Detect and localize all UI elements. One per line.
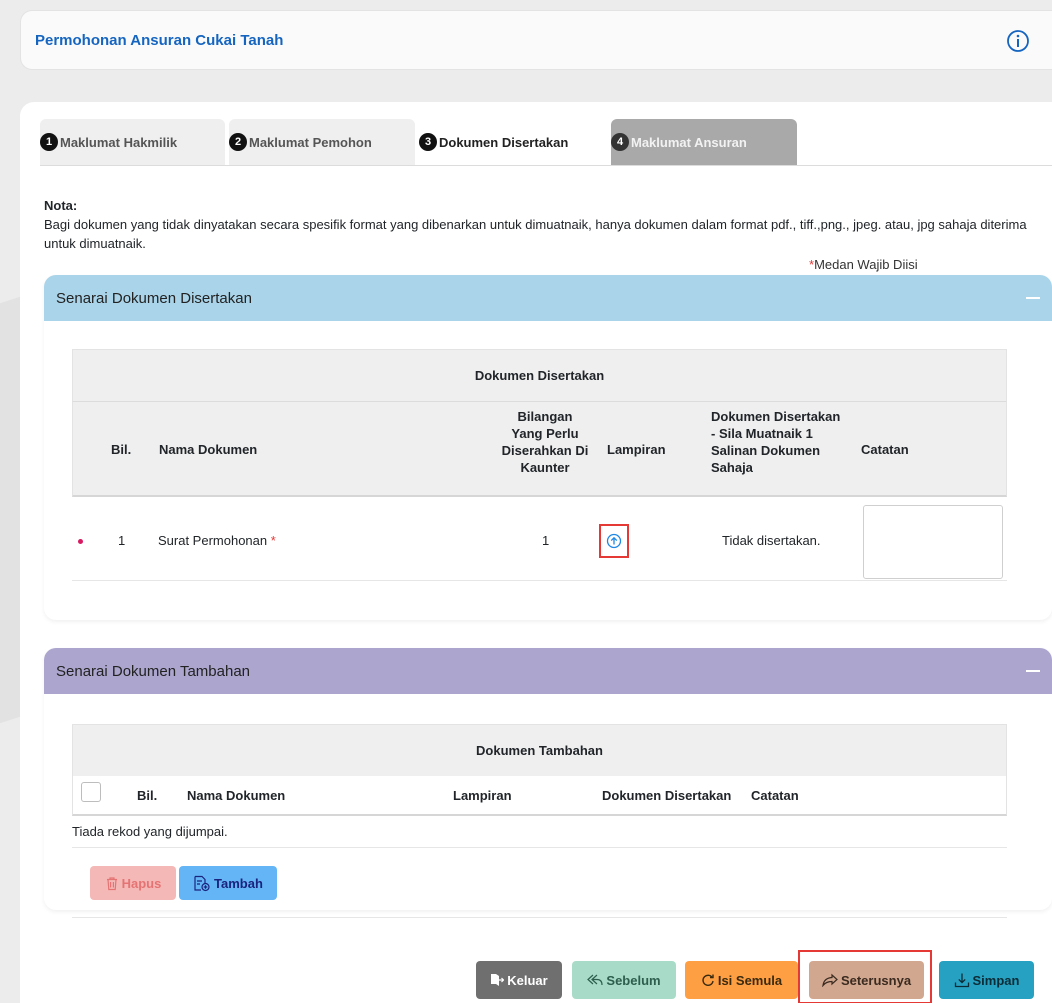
step-tabs: 1 Maklumat Hakmilik 2 Maklumat Pemohon 3… bbox=[40, 119, 801, 165]
col-bilangan-line: Yang Perlu bbox=[511, 426, 579, 441]
col-dokumen-disertakan: Dokumen Disertakan - Sila Muatnaik 1 Sal… bbox=[711, 408, 871, 476]
row-bilangan: 1 bbox=[542, 533, 550, 548]
section-header[interactable]: Senarai Dokumen Disertakan bbox=[44, 275, 1052, 321]
section-dokumen-disertakan: Senarai Dokumen Disertakan Dokumen Diser… bbox=[44, 275, 1052, 620]
reply-all-icon bbox=[587, 974, 604, 986]
tambah-button[interactable]: Tambah bbox=[179, 866, 277, 900]
col-bilangan-line: Kaunter bbox=[520, 460, 570, 475]
required-field-note: *Medan Wajib Diisi bbox=[809, 257, 918, 272]
col-catatan: Catatan bbox=[861, 442, 909, 457]
col-nama-dokumen: Nama Dokumen bbox=[159, 442, 258, 457]
download-icon bbox=[954, 973, 969, 988]
col-bilangan-line: Bilangan bbox=[517, 409, 573, 424]
keluar-label: Keluar bbox=[507, 972, 548, 988]
page-header: Permohonan Ansuran Cukai Tanah bbox=[20, 10, 1052, 70]
nota-block: Nota: Bagi dokumen yang tidak dinyatakan… bbox=[44, 196, 1034, 253]
step-number: 1 bbox=[40, 133, 58, 151]
upload-arrow-icon bbox=[606, 533, 622, 549]
keluar-button[interactable]: Keluar bbox=[476, 961, 562, 999]
main-card: 1 Maklumat Hakmilik 2 Maklumat Pemohon 3… bbox=[20, 102, 1052, 1003]
table-header: Bil. Nama Dokumen Bilangan Yang Perlu Di… bbox=[72, 401, 1007, 497]
empty-message: Tiada rekod yang dijumpai. bbox=[72, 816, 1007, 848]
document-name: Surat Permohonan bbox=[158, 533, 268, 548]
seterusnya-label: Seterusnya bbox=[840, 972, 912, 988]
table-caption: Dokumen Disertakan bbox=[72, 349, 1007, 401]
hapus-label: Hapus bbox=[121, 875, 162, 891]
sebelum-button[interactable]: Sebelum bbox=[572, 961, 676, 999]
col-bilangan: Bilangan Yang Perlu Diserahkan Di Kaunte… bbox=[493, 408, 597, 476]
step-number: 3 bbox=[419, 133, 437, 151]
col-disertakan-line: Dokumen Disertakan bbox=[711, 409, 841, 424]
collapse-icon[interactable] bbox=[1026, 297, 1040, 299]
documents-table: Dokumen Disertakan Bil. Nama Dokumen Bil… bbox=[72, 349, 1007, 581]
step-number: 2 bbox=[229, 133, 247, 151]
tambah-label: Tambah bbox=[214, 875, 263, 891]
seterusnya-button[interactable]: Seterusnya bbox=[809, 961, 924, 999]
section-dokumen-tambahan: Senarai Dokumen Tambahan Dokumen Tambaha… bbox=[44, 648, 1052, 918]
tab-label: Maklumat Pemohon bbox=[249, 134, 372, 150]
col-bilangan-line: Diserahkan Di bbox=[501, 443, 589, 458]
table-actions: Hapus Tambah bbox=[72, 848, 1007, 918]
tab-label: Maklumat Ansuran bbox=[631, 134, 747, 150]
section-header[interactable]: Senarai Dokumen Tambahan bbox=[44, 648, 1052, 694]
exit-icon bbox=[491, 974, 505, 986]
col-disertakan-line: Salinan Dokumen bbox=[711, 443, 821, 458]
sebelum-label: Sebelum bbox=[606, 972, 661, 988]
select-all-checkbox[interactable] bbox=[81, 782, 101, 802]
simpan-button[interactable]: Simpan bbox=[939, 961, 1034, 999]
trash-icon bbox=[106, 876, 117, 890]
col-bil: Bil. bbox=[137, 788, 158, 803]
section-title: Senarai Dokumen Disertakan bbox=[56, 289, 252, 307]
table-row: 1 Surat Permohonan * 1 Tidak disertakan. bbox=[72, 497, 1007, 581]
page-title: Permohonan Ansuran Cukai Tanah bbox=[35, 31, 284, 49]
col-lampiran: Lampiran bbox=[607, 442, 666, 457]
isi-semula-button[interactable]: Isi Semula bbox=[685, 961, 798, 999]
upload-button[interactable] bbox=[599, 524, 629, 558]
nota-text: Bagi dokumen yang tidak dinyatakan secar… bbox=[44, 217, 1027, 251]
info-icon[interactable] bbox=[1006, 29, 1030, 53]
simpan-label: Simpan bbox=[972, 972, 1020, 988]
col-disertakan-line: Sahaja bbox=[711, 460, 753, 475]
bullet-dot bbox=[78, 539, 83, 544]
table-header: Bil. Nama Dokumen Lampiran Dokumen Diser… bbox=[72, 776, 1007, 816]
row-bil: 1 bbox=[118, 533, 126, 548]
add-document-icon bbox=[194, 875, 210, 891]
nota-heading: Nota: bbox=[44, 198, 78, 213]
tab-label: Maklumat Hakmilik bbox=[60, 134, 178, 150]
required-text: Medan Wajib Diisi bbox=[814, 257, 918, 272]
col-dokumen-disertakan: Dokumen Disertakan bbox=[602, 788, 732, 803]
section-title: Senarai Dokumen Tambahan bbox=[56, 662, 251, 680]
col-catatan: Catatan bbox=[751, 788, 799, 803]
tab-divider bbox=[40, 165, 1052, 166]
row-status: Tidak disertakan. bbox=[722, 533, 821, 548]
forward-icon bbox=[822, 973, 838, 987]
tab-maklumat-pemohon[interactable]: 2 Maklumat Pemohon bbox=[229, 119, 415, 165]
tab-maklumat-ansuran[interactable]: 4 Maklumat Ansuran bbox=[611, 119, 797, 165]
col-nama-dokumen: Nama Dokumen bbox=[187, 788, 286, 803]
catatan-input[interactable] bbox=[863, 505, 1003, 579]
required-marker: * bbox=[270, 533, 276, 548]
col-bil: Bil. bbox=[111, 442, 132, 457]
row-nama: Surat Permohonan * bbox=[158, 533, 276, 548]
collapse-icon[interactable] bbox=[1026, 670, 1040, 672]
tab-dokumen-disertakan[interactable]: 3 Dokumen Disertakan bbox=[419, 119, 611, 165]
additional-documents-table: Dokumen Tambahan Bil. Nama Dokumen Lampi… bbox=[72, 724, 1007, 918]
table-caption: Dokumen Tambahan bbox=[72, 724, 1007, 776]
col-disertakan-line: - Sila Muatnaik 1 bbox=[711, 426, 813, 441]
hapus-button[interactable]: Hapus bbox=[90, 866, 176, 900]
tab-label: Dokumen Disertakan bbox=[439, 134, 569, 150]
isi-semula-label: Isi Semula bbox=[717, 972, 783, 988]
col-lampiran: Lampiran bbox=[453, 788, 512, 803]
tab-maklumat-hakmilik[interactable]: 1 Maklumat Hakmilik bbox=[40, 119, 225, 165]
refresh-icon bbox=[702, 974, 714, 986]
step-number: 4 bbox=[611, 133, 629, 151]
